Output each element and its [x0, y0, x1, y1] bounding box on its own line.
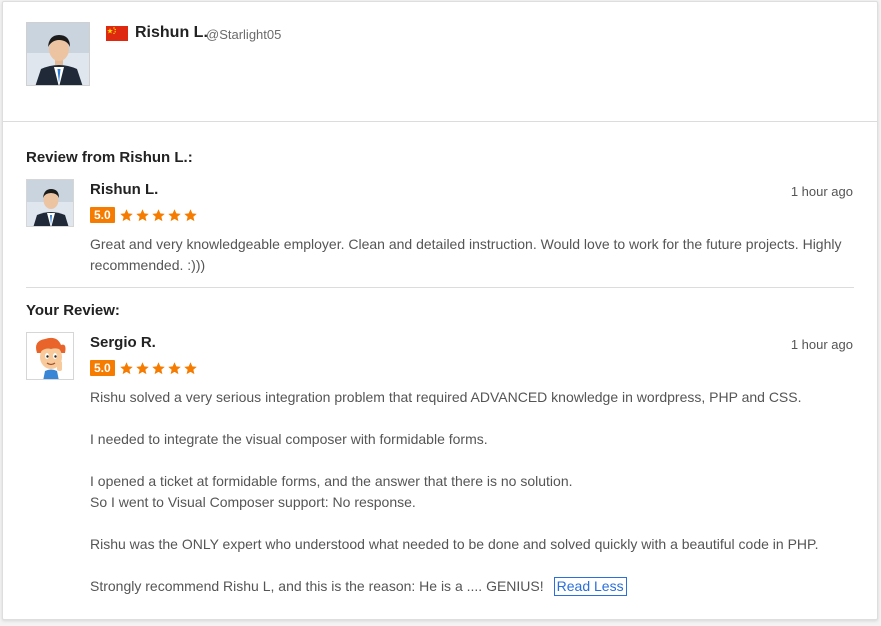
review-paragraph: I opened a ticket at formidable forms, a…	[90, 473, 573, 489]
review-paragraph: Rishu solved a very serious integration …	[90, 389, 802, 405]
divider	[26, 287, 854, 288]
review-paragraph: Strongly recommend Rishu L, and this is …	[90, 578, 544, 594]
review-timestamp: 1 hour ago	[790, 184, 853, 199]
section-title-review-from: Review from Rishun L.:	[26, 149, 193, 166]
read-less-link[interactable]: Read Less	[553, 577, 627, 596]
star-rating	[119, 208, 199, 223]
reviewer-avatar[interactable]	[26, 179, 74, 227]
star-icon	[183, 208, 197, 221]
profile-handle: @Starlight05	[206, 27, 282, 42]
star-icon	[119, 361, 133, 374]
reviewer-name[interactable]: Sergio R.	[90, 334, 156, 351]
profile-header: Rishun L. @Starlight05	[3, 2, 877, 122]
review-text: Great and very knowledgeable employer. C…	[90, 236, 842, 273]
section-title-your-review: Your Review:	[26, 302, 120, 319]
review-card: Rishun L. @Starlight05 Review from Rishu…	[2, 1, 878, 620]
star-icon	[135, 208, 149, 221]
star-icon	[183, 361, 197, 374]
star-icon	[151, 361, 165, 374]
star-rating	[119, 361, 199, 376]
review-paragraph: I needed to integrate the visual compose…	[90, 431, 488, 447]
rating-badge: 5.0	[90, 360, 115, 376]
star-icon	[119, 208, 133, 221]
review-paragraph-last: Strongly recommend Rishu L, and this is …	[90, 576, 855, 597]
star-icon	[151, 208, 165, 221]
star-icon	[167, 208, 181, 221]
china-flag-icon	[106, 26, 128, 41]
rating: 5.0	[90, 360, 199, 376]
review-text: Rishu solved a very serious integration …	[90, 387, 855, 597]
rating: 5.0	[90, 207, 199, 223]
review-paragraph: So I went to Visual Composer support: No…	[90, 494, 416, 510]
star-icon	[135, 361, 149, 374]
star-icon	[167, 361, 181, 374]
rating-badge: 5.0	[90, 207, 115, 223]
reviewer-avatar[interactable]	[26, 332, 74, 380]
review-timestamp: 1 hour ago	[790, 337, 853, 352]
profile-name[interactable]: Rishun L.	[135, 24, 208, 42]
avatar[interactable]	[26, 22, 90, 86]
reviewer-name[interactable]: Rishun L.	[90, 181, 158, 198]
review-paragraph: Rishu was the ONLY expert who understood…	[90, 536, 819, 552]
